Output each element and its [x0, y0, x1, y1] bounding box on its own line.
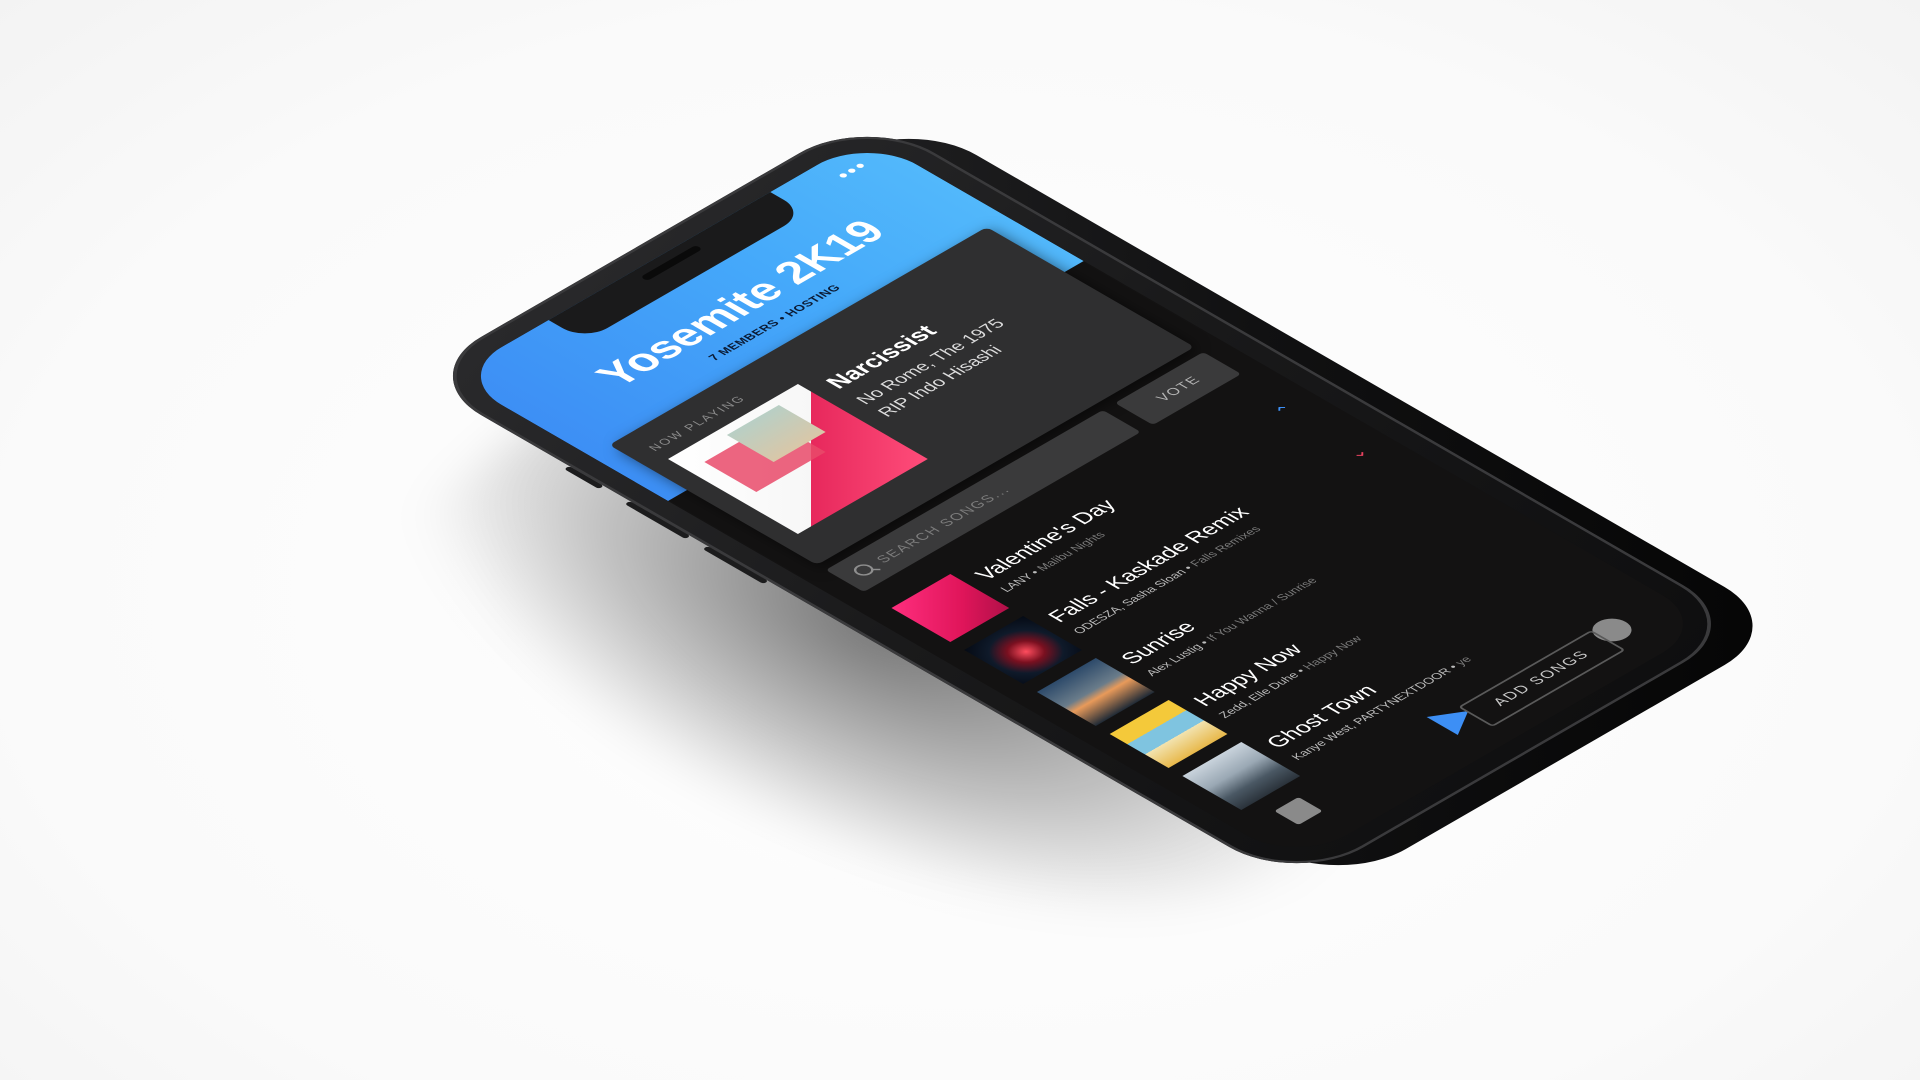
- chevron-up-icon[interactable]: ⌃: [1270, 402, 1301, 420]
- stop-icon[interactable]: [1274, 797, 1323, 825]
- chevron-down-icon[interactable]: ⌄: [1343, 444, 1374, 462]
- search-icon: [849, 562, 878, 578]
- more-icon[interactable]: •••: [829, 157, 876, 184]
- scene: ••• Yosemite 2K19 7 MEMBERS • HOSTING NO…: [0, 0, 1920, 1080]
